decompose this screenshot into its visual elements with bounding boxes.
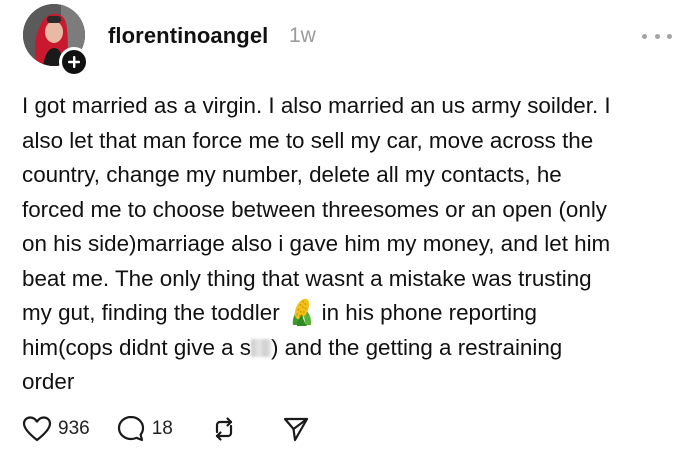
post-text-line: country, change my number, delete all my…: [22, 162, 562, 187]
comment-count: 18: [151, 418, 173, 439]
post-text-line: on his side)marriage also i gave him my …: [22, 231, 611, 256]
post-text-line: beat me. The only thing that wasnt a mis…: [22, 265, 592, 291]
post-text-segment: in his phone reporting: [321, 300, 538, 325]
more-dots-icon: [642, 33, 647, 39]
post-text-line: also let that man force me to sell my ca…: [22, 127, 594, 153]
avatar-container[interactable]: [23, 4, 89, 77]
more-options-button[interactable]: [642, 30, 672, 42]
share-button[interactable]: [281, 414, 311, 444]
more-dots-icon: [654, 33, 660, 39]
send-icon: [283, 417, 308, 442]
post-text-segment: him(cops didnt give a s: [22, 334, 251, 360]
post-actions: 936 18: [22, 412, 311, 446]
plus-icon: [68, 56, 80, 68]
post-timestamp: 1w: [289, 24, 316, 47]
post-text-line: forced me to choose between threesomes o…: [22, 196, 607, 222]
post-text-line: him(cops didnt give a s ) and the getting…: [22, 331, 682, 366]
corn-icon: [292, 298, 311, 326]
repost-button[interactable]: [209, 414, 239, 444]
more-dots-icon: [667, 33, 672, 39]
like-button[interactable]: 936: [22, 415, 90, 443]
post-text: I got married as a virgin. I also marrie…: [22, 89, 682, 400]
censored-word: [251, 338, 271, 357]
follow-button[interactable]: [59, 47, 89, 77]
post-text-line: order: [22, 369, 75, 394]
post-text-segment: my gut, finding the toddler: [22, 300, 280, 325]
heart-icon: [22, 416, 52, 442]
username-link[interactable]: florentinoangel: [108, 23, 268, 49]
post-text-segment: ) and the getting a restraining: [271, 334, 563, 360]
comment-button[interactable]: 18: [116, 414, 173, 444]
post-text-line: I got married as a virgin. I also marrie…: [22, 93, 611, 118]
repost-icon: [215, 417, 232, 441]
comment-bubble-icon: [117, 415, 144, 442]
post-text-line: my gut, finding the toddler in his phone…: [22, 296, 682, 331]
like-count: 936: [58, 418, 90, 439]
